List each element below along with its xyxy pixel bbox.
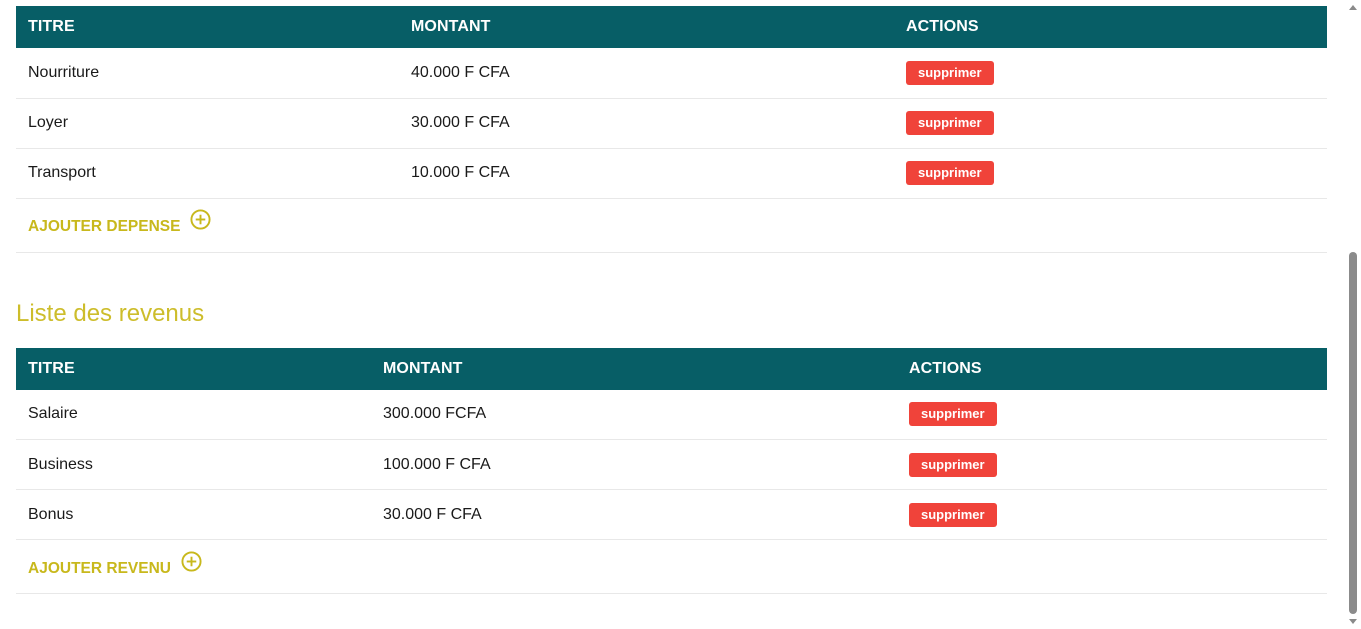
page: TITRE MONTANT ACTIONS Nourriture 40.000 … xyxy=(0,0,1361,629)
scrollbar-thumb[interactable] xyxy=(1349,252,1357,614)
row-montant: 30.000 F CFA xyxy=(383,505,482,523)
income-table: TITRE MONTANT ACTIONS Salaire 300.000 FC… xyxy=(16,347,1327,541)
row-montant: 30.000 F CFA xyxy=(411,114,510,131)
delete-button[interactable]: supprimer xyxy=(909,502,997,527)
row-titre: Salaire xyxy=(28,405,78,423)
column-header-montant: MONTANT xyxy=(411,18,491,35)
row-montant: 100.000 F CFA xyxy=(383,455,491,473)
add-income-row: AJOUTER REVENU xyxy=(16,540,1327,594)
row-actions: supprimer xyxy=(894,148,1327,198)
plus-circle-icon xyxy=(181,550,202,572)
delete-button[interactable]: supprimer xyxy=(909,402,997,427)
row-montant: 10.000 F CFA xyxy=(411,164,510,181)
page-scrollbar[interactable] xyxy=(1346,0,1361,629)
add-expense-button[interactable]: AJOUTER DEPENSE xyxy=(28,209,211,236)
table-row: Loyer 30.000 F CFA supprimer xyxy=(16,98,1327,148)
scroll-up-arrow-icon[interactable] xyxy=(1349,5,1357,10)
main-content: TITRE MONTANT ACTIONS Nourriture 40.000 … xyxy=(16,6,1327,594)
add-expense-row: AJOUTER DEPENSE xyxy=(16,199,1327,253)
row-titre: Transport xyxy=(28,164,96,181)
delete-button[interactable]: supprimer xyxy=(906,111,994,135)
expenses-table-header: TITRE MONTANT ACTIONS xyxy=(16,6,1327,48)
delete-button[interactable]: supprimer xyxy=(909,452,997,477)
delete-button[interactable]: supprimer xyxy=(906,161,994,185)
row-actions: supprimer xyxy=(894,48,1327,98)
scroll-down-arrow-icon[interactable] xyxy=(1349,619,1357,624)
row-actions: supprimer xyxy=(894,98,1327,148)
plus-circle-icon xyxy=(190,209,211,230)
add-income-button[interactable]: AJOUTER REVENU xyxy=(28,550,202,578)
delete-button[interactable]: supprimer xyxy=(906,60,994,85)
column-header-montant: MONTANT xyxy=(383,359,463,377)
column-header-actions: ACTIONS xyxy=(909,359,982,377)
row-titre: Business xyxy=(28,455,93,473)
column-header-titre: TITRE xyxy=(28,359,75,377)
row-actions: supprimer xyxy=(897,390,1327,440)
add-expense-label: AJOUTER DEPENSE xyxy=(28,218,181,235)
table-row: Salaire 300.000 FCFA supprimer xyxy=(16,390,1327,440)
column-header-actions: ACTIONS xyxy=(906,18,979,35)
add-income-label: AJOUTER REVENU xyxy=(28,559,171,577)
table-row: Business 100.000 F CFA supprimer xyxy=(16,440,1327,490)
row-actions: supprimer xyxy=(897,440,1327,490)
row-titre: Nourriture xyxy=(28,63,100,81)
table-row: Bonus 30.000 F CFA supprimer xyxy=(16,490,1327,540)
column-header-titre: TITRE xyxy=(28,18,75,35)
row-actions: supprimer xyxy=(897,490,1327,540)
income-table-header: TITRE MONTANT ACTIONS xyxy=(16,347,1327,390)
row-montant: 300.000 FCFA xyxy=(383,405,487,423)
table-row: Nourriture 40.000 F CFA supprimer xyxy=(16,48,1327,98)
row-titre: Loyer xyxy=(28,114,69,131)
section-title-revenus: Liste des revenus xyxy=(16,299,205,327)
table-row: Transport 10.000 F CFA supprimer xyxy=(16,148,1327,198)
row-titre: Bonus xyxy=(28,505,74,523)
row-montant: 40.000 F CFA xyxy=(411,63,510,81)
expenses-table: TITRE MONTANT ACTIONS Nourriture 40.000 … xyxy=(16,6,1327,199)
